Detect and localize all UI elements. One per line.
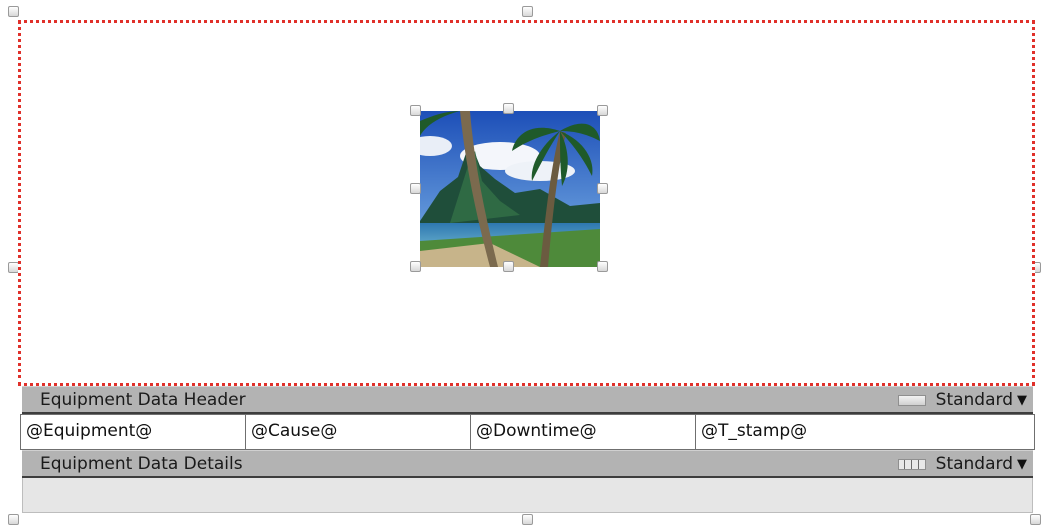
page-resize-handle-top-left[interactable] <box>8 6 19 17</box>
header-band-title: Equipment Data Header <box>40 390 246 410</box>
chevron-down-icon[interactable]: ▼ <box>1017 457 1027 472</box>
image-resize-handle-top-left[interactable] <box>410 105 421 116</box>
field-downtime[interactable]: @Downtime@ <box>471 415 696 449</box>
details-band-title: Equipment Data Details <box>40 454 243 474</box>
details-band-style-label: Standard <box>935 454 1013 474</box>
details-band-body[interactable] <box>22 478 1033 513</box>
image-resize-handle-top-right[interactable] <box>597 105 608 116</box>
chevron-down-icon[interactable]: ▼ <box>1017 393 1027 408</box>
header-band-style-label: Standard <box>935 390 1013 410</box>
image-resize-handle-right[interactable] <box>597 183 608 194</box>
page-resize-handle-bottom[interactable] <box>522 514 533 525</box>
field-cause[interactable]: @Cause@ <box>246 415 471 449</box>
image-resize-handle-top[interactable] <box>503 103 514 114</box>
page-resize-handle-top[interactable] <box>522 6 533 17</box>
band-bar-icon <box>897 394 926 406</box>
header-fields-row: @Equipment@ @Cause@ @Downtime@ @T_stamp@ <box>20 414 1035 450</box>
field-t-stamp[interactable]: @T_stamp@ <box>696 415 1034 449</box>
details-band[interactable]: Equipment Data Details Standard ▼ <box>22 450 1033 478</box>
details-band-style-selector[interactable]: Standard ▼ <box>897 454 1027 474</box>
image-resize-handle-bottom-left[interactable] <box>410 261 421 272</box>
landscape-image[interactable] <box>420 111 600 267</box>
header-band-style-selector[interactable]: Standard ▼ <box>897 390 1027 410</box>
image-resize-handle-bottom[interactable] <box>503 261 514 272</box>
page-resize-handle-bottom-left[interactable] <box>8 514 19 525</box>
field-equipment[interactable]: @Equipment@ <box>21 415 246 449</box>
band-columns-icon <box>897 458 926 470</box>
page-resize-handle-bottom-right[interactable] <box>1030 514 1041 525</box>
image-resize-handle-left[interactable] <box>410 183 421 194</box>
image-resize-handle-bottom-right[interactable] <box>597 261 608 272</box>
header-band[interactable]: Equipment Data Header Standard ▼ <box>22 386 1033 414</box>
palm-beach-picture <box>420 111 600 267</box>
